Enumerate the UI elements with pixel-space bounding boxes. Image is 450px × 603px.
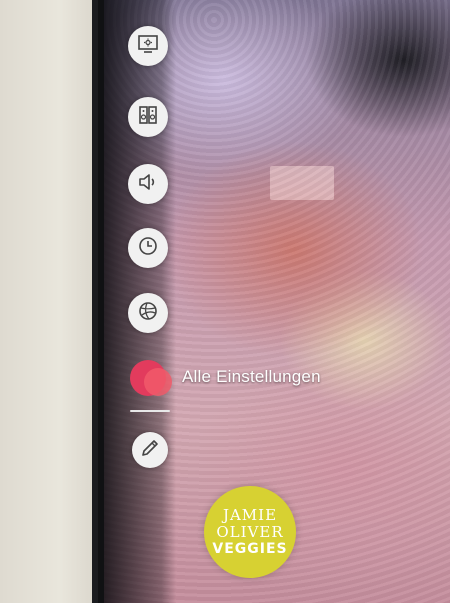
logo-line-2: OLIVER bbox=[216, 522, 284, 541]
menu-divider bbox=[130, 410, 170, 412]
network-globe-icon bbox=[136, 299, 160, 328]
picture-mode-icon bbox=[136, 32, 160, 61]
network-button[interactable] bbox=[128, 293, 168, 333]
logo-line-3: VEGGIES bbox=[212, 540, 288, 557]
logo-line-1: JAMIE bbox=[222, 505, 278, 524]
screen-glare bbox=[270, 166, 334, 200]
all-settings-label: Alle Einstellungen bbox=[182, 367, 321, 386]
tv-frame: Alle Einstellungen JAMIE OLIVER VEGGIES bbox=[92, 0, 450, 603]
jamie-oliver-veggies-logo: JAMIE OLIVER VEGGIES bbox=[204, 486, 296, 578]
wall-background bbox=[0, 0, 100, 603]
sound-icon bbox=[136, 170, 160, 199]
edit-button[interactable] bbox=[132, 432, 168, 468]
timer-clock-icon bbox=[136, 234, 160, 263]
edit-pencil-icon bbox=[138, 436, 162, 465]
sound-mode-button[interactable] bbox=[128, 164, 168, 204]
timer-button[interactable] bbox=[128, 228, 168, 268]
all-settings-icon bbox=[130, 360, 172, 396]
sound-output-button[interactable] bbox=[128, 97, 168, 137]
picture-mode-button[interactable] bbox=[128, 26, 168, 66]
speaker-icon bbox=[136, 103, 160, 132]
